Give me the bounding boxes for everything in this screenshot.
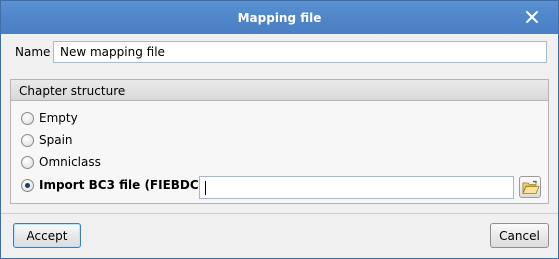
radio-button[interactable] — [21, 133, 34, 147]
radio-button-checked[interactable] — [21, 178, 34, 192]
dialog-footer: Accept Cancel — [1, 213, 558, 258]
radio-label: Import BC3 file (FIEBDC-3) — [39, 178, 218, 192]
radio-option-spain[interactable]: Spain — [21, 132, 73, 148]
radio-label: Omniclass — [39, 155, 101, 169]
window-title: Mapping file — [237, 11, 322, 25]
radio-option-import-bc3[interactable]: Import BC3 file (FIEBDC-3) — [21, 177, 218, 193]
radio-label: Empty — [39, 111, 78, 125]
radio-option-omniclass[interactable]: Omniclass — [21, 154, 101, 170]
chapter-structure-group: Chapter structure Empty Spain Omniclass … — [10, 79, 549, 204]
accept-button[interactable]: Accept — [13, 223, 81, 248]
folder-open-icon — [522, 180, 540, 194]
name-label: Name — [15, 45, 51, 59]
bc3-file-path-input[interactable] — [199, 176, 514, 199]
title-bar: Mapping file — [1, 1, 558, 34]
radio-label: Spain — [39, 133, 73, 147]
name-input[interactable] — [53, 41, 547, 63]
chapter-structure-header: Chapter structure — [11, 80, 548, 101]
radio-button[interactable] — [21, 111, 34, 125]
browse-button[interactable] — [519, 176, 541, 198]
cancel-button[interactable]: Cancel — [490, 223, 549, 248]
chapter-structure-title: Chapter structure — [19, 84, 126, 98]
radio-button[interactable] — [21, 155, 34, 169]
radio-option-empty[interactable]: Empty — [21, 110, 78, 126]
mapping-file-dialog: Mapping file Name Chapter structure Empt… — [0, 0, 559, 259]
text-caret — [205, 181, 206, 195]
close-icon[interactable] — [524, 9, 540, 25]
name-row: Name — [1, 34, 558, 70]
